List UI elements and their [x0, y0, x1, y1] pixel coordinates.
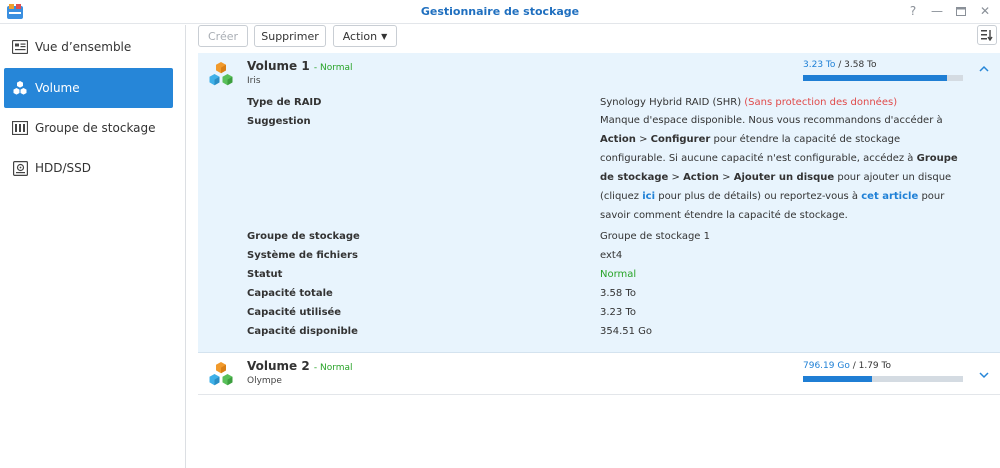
volume-usage-text: 3.23 To / 3.58 To: [803, 60, 877, 70]
total-capacity: / 3.58 To: [838, 60, 877, 70]
delete-button[interactable]: Supprimer: [254, 25, 326, 47]
minimize-icon[interactable]: —: [928, 2, 946, 20]
usage-bar: [803, 376, 963, 382]
detail-label: Capacité disponible: [247, 326, 358, 337]
available-capacity-value: 354.51 Go: [600, 326, 653, 337]
suggestion-part: >: [722, 172, 731, 183]
suggestion-bold: Action: [600, 134, 636, 145]
suggestion-part: >: [671, 172, 680, 183]
caret-down-icon: ▼: [381, 31, 388, 41]
raid-type-value: Synology Hybrid RAID (SHR) (Sans protect…: [600, 97, 897, 108]
volume-description: Iris: [247, 76, 261, 86]
window-title: Gestionnaire de stockage: [420, 5, 580, 18]
suggestion-bold: Configurer: [650, 134, 711, 145]
sidebar-item-overview[interactable]: Vue d’ensemble: [4, 27, 173, 67]
sidebar-item-volume[interactable]: Volume: [4, 68, 173, 108]
help-link-here[interactable]: ici: [642, 191, 655, 202]
sidebar-item-storage-pool[interactable]: Groupe de stockage: [4, 108, 173, 148]
create-button[interactable]: Créer: [198, 25, 248, 47]
used-capacity: 796.19 Go: [803, 361, 850, 371]
detail-label: Capacité utilisée: [247, 307, 342, 318]
detail-label: Statut: [247, 269, 283, 280]
suggestion-part: pour étendre la capacité de stockage con…: [600, 134, 914, 164]
volume-card-collapsed[interactable]: Volume 2 - Normal Olympe 796.19 Go / 1.7…: [198, 355, 1000, 395]
usage-bar: [803, 75, 963, 81]
volume-name: Volume 1 - Normal: [247, 59, 353, 73]
suggestion-bold: Ajouter un disque: [733, 172, 835, 183]
sidebar-item-label: HDD/SSD: [35, 161, 92, 175]
status-value: Normal: [600, 269, 637, 280]
help-icon[interactable]: ?: [904, 2, 922, 20]
toolbar: Créer Supprimer Action ▼: [198, 25, 1000, 49]
suggestion-part: Manque d'espace disponible. Nous vous re…: [600, 115, 943, 126]
help-link-article[interactable]: cet article: [861, 191, 918, 202]
volume-name: Volume 2 - Normal: [247, 359, 353, 373]
raid-warning-text: (Sans protection des données): [744, 97, 898, 108]
raid-type-text: Synology Hybrid RAID (SHR): [600, 97, 742, 108]
detail-label: Type de RAID: [247, 97, 322, 108]
maximize-icon[interactable]: [952, 2, 970, 20]
chevron-down-icon[interactable]: [978, 369, 990, 381]
sidebar-item-label: Vue d’ensemble: [35, 40, 132, 54]
detail-label: Groupe de stockage: [247, 231, 360, 242]
action-dropdown-button[interactable]: Action ▼: [333, 25, 397, 47]
suggestion-part: pour plus de détails) ou reportez-vous à: [658, 191, 859, 202]
detail-label: Suggestion: [247, 116, 311, 127]
total-capacity: / 1.79 To: [852, 361, 891, 371]
overview-icon: [12, 39, 28, 55]
hdd-icon: [12, 160, 28, 176]
detail-label: Système de fichiers: [247, 250, 358, 261]
sidebar-item-label: Groupe de stockage: [35, 121, 156, 135]
storage-pool-icon: [12, 120, 28, 136]
usage-bar-fill: [803, 75, 948, 81]
storage-pool-value: Groupe de stockage 1: [600, 231, 710, 242]
volume-card-expanded[interactable]: Volume 1 - Normal Iris 3.23 To / 3.58 To…: [198, 53, 1000, 353]
suggestion-bold: Action: [683, 172, 719, 183]
chevron-up-icon[interactable]: [978, 63, 990, 75]
action-label: Action: [342, 29, 378, 43]
filesystem-value: ext4: [600, 250, 623, 261]
sidebar-item-label: Volume: [35, 81, 80, 95]
title-bar: Gestionnaire de stockage ? — ✕: [0, 0, 1000, 24]
used-capacity: 3.23 To: [803, 60, 836, 70]
volume-status: - Normal: [313, 363, 353, 373]
volume-description: Olympe: [247, 376, 282, 386]
close-icon[interactable]: ✕: [976, 2, 994, 20]
suggestion-part: >: [639, 134, 648, 145]
volume-status: - Normal: [313, 63, 353, 73]
volume-cubes-icon: [209, 362, 233, 386]
sort-icon[interactable]: [977, 25, 997, 45]
sidebar: Vue d’ensemble Volume Groupe de stockage…: [0, 25, 186, 468]
volume-usage-text: 796.19 Go / 1.79 To: [803, 361, 891, 371]
volume-title: Volume 2: [247, 359, 310, 373]
sidebar-item-hdd-ssd[interactable]: HDD/SSD: [4, 148, 173, 188]
volume-cubes-icon: [12, 80, 28, 96]
detail-label: Capacité totale: [247, 288, 333, 299]
usage-bar-fill: [803, 376, 873, 382]
volume-cubes-icon: [209, 62, 233, 86]
total-capacity-value: 3.58 To: [600, 288, 636, 299]
suggestion-text: Manque d'espace disponible. Nous vous re…: [600, 111, 965, 225]
used-capacity-value: 3.23 To: [600, 307, 636, 318]
volume-title: Volume 1: [247, 59, 310, 73]
